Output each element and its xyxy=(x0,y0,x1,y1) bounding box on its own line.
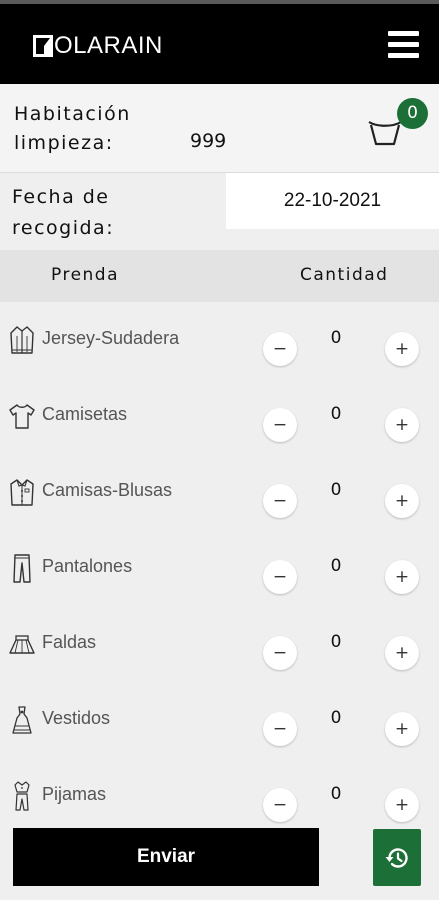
quantity-value: 0 xyxy=(330,404,342,424)
decrease-quantity-button[interactable]: − xyxy=(263,408,297,442)
brand-logo: OLARAIN xyxy=(33,30,163,62)
garment-row: Camisas-Blusas − 0 + xyxy=(0,454,439,530)
garment-row: Pantalones − 0 + xyxy=(0,530,439,606)
column-header-quantity: Cantidad xyxy=(300,265,389,285)
column-header-item: Prenda xyxy=(51,265,120,285)
room-label: Habitación limpieza: xyxy=(14,103,131,154)
tshirt-icon xyxy=(9,404,35,429)
table-header: Prenda Cantidad xyxy=(0,250,439,302)
sweater-icon xyxy=(10,326,34,354)
garment-name: Faldas xyxy=(42,632,97,652)
cart-count-badge: 0 xyxy=(397,98,428,129)
hamburger-icon[interactable] xyxy=(388,30,420,60)
skirt-icon xyxy=(9,635,35,654)
garment-name: Pijamas xyxy=(42,784,107,804)
quantity-value: 0 xyxy=(330,784,342,804)
decrease-quantity-button[interactable]: − xyxy=(263,712,297,746)
logo-mark-icon xyxy=(33,35,53,57)
garment-name: Camisetas xyxy=(42,404,128,424)
increase-quantity-button[interactable]: + xyxy=(385,560,419,594)
quantity-value: 0 xyxy=(330,632,342,652)
increase-quantity-button[interactable]: + xyxy=(385,712,419,746)
send-button[interactable]: Enviar xyxy=(13,828,319,886)
decrease-quantity-button[interactable]: − xyxy=(263,484,297,518)
garment-row: Vestidos − 0 + xyxy=(0,682,439,758)
garment-row: Pijamas − 0 + xyxy=(0,758,439,834)
shirt-icon xyxy=(10,479,34,506)
pickup-date-label: Fecha de recogida: xyxy=(12,186,115,239)
dress-icon xyxy=(12,706,32,734)
garment-name: Pantalones xyxy=(42,556,133,576)
history-icon xyxy=(385,847,408,868)
increase-quantity-button[interactable]: + xyxy=(385,332,419,366)
decrease-quantity-button[interactable]: − xyxy=(263,560,297,594)
trousers-icon xyxy=(13,554,31,583)
garment-name: Camisas-Blusas xyxy=(42,480,173,500)
room-number: 999 xyxy=(190,130,227,152)
garment-name: Vestidos xyxy=(42,708,111,728)
decrease-quantity-button[interactable]: − xyxy=(263,788,297,822)
history-button[interactable] xyxy=(373,829,421,886)
garment-row: Jersey-Sudadera − 0 + xyxy=(0,302,439,378)
pajamas-icon xyxy=(14,781,30,811)
decrease-quantity-button[interactable]: − xyxy=(263,332,297,366)
garment-name: Jersey-Sudadera xyxy=(42,328,180,348)
quantity-value: 0 xyxy=(330,328,342,348)
quantity-value: 0 xyxy=(330,708,342,728)
increase-quantity-button[interactable]: + xyxy=(385,788,419,822)
logo-text: OLARAIN xyxy=(54,32,163,59)
pickup-date-section: Fecha de recogida: xyxy=(0,173,439,249)
garment-row: Faldas − 0 + xyxy=(0,606,439,682)
increase-quantity-button[interactable]: + xyxy=(385,408,419,442)
quantity-value: 0 xyxy=(330,556,342,576)
increase-quantity-button[interactable]: + xyxy=(385,484,419,518)
quantity-value: 0 xyxy=(330,480,342,500)
decrease-quantity-button[interactable]: − xyxy=(263,636,297,670)
app-header: OLARAIN xyxy=(0,4,439,84)
increase-quantity-button[interactable]: + xyxy=(385,636,419,670)
garment-row: Camisetas − 0 + xyxy=(0,378,439,454)
pickup-date-field[interactable] xyxy=(226,173,439,229)
